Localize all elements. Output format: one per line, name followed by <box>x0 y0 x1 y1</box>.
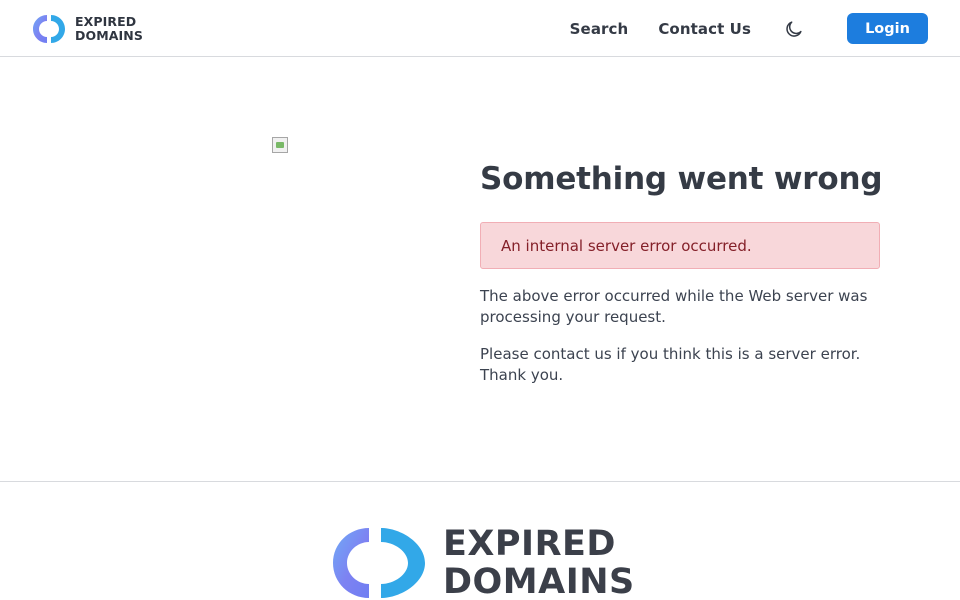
contact-note: Please contact us if you think this is a… <box>480 345 861 384</box>
expired-domains-logo-icon <box>33 15 65 43</box>
error-description: The above error occurred while the Web s… <box>480 287 868 326</box>
brand-wordmark: EXPIRED DOMAINS <box>75 15 143 43</box>
login-button[interactable]: Login <box>847 13 928 44</box>
page-title: Something went wrong <box>480 161 883 197</box>
site-footer: EXPIRED DOMAINS <box>0 481 960 600</box>
site-header: EXPIRED DOMAINS Search Contact Us Login <box>0 0 960 57</box>
broken-image-icon <box>272 137 288 153</box>
error-alert: An internal server error occurred. <box>480 222 880 269</box>
footer-wordmark: EXPIRED DOMAINS <box>443 525 635 600</box>
brand-logo-link[interactable]: EXPIRED DOMAINS <box>31 12 161 46</box>
brand-line-domains: DOMAINS <box>75 28 143 43</box>
footer-brand-line-domains: DOMAINS <box>443 562 635 600</box>
main-content: Something went wrong An internal server … <box>0 57 960 481</box>
moon-icon <box>786 20 802 37</box>
nav-search-link[interactable]: Search <box>570 20 629 38</box>
brand-line-expired: EXPIRED <box>75 14 137 29</box>
footer-brand-line-expired: EXPIRED <box>443 524 616 564</box>
expired-domains-logo-icon <box>333 528 425 598</box>
nav-contact-us-link[interactable]: Contact Us <box>658 20 751 38</box>
theme-toggle[interactable] <box>783 18 805 40</box>
error-panel: Something went wrong An internal server … <box>480 160 883 386</box>
footer-brand: EXPIRED DOMAINS <box>330 524 635 600</box>
top-navigation: Search Contact Us Login <box>570 13 928 44</box>
